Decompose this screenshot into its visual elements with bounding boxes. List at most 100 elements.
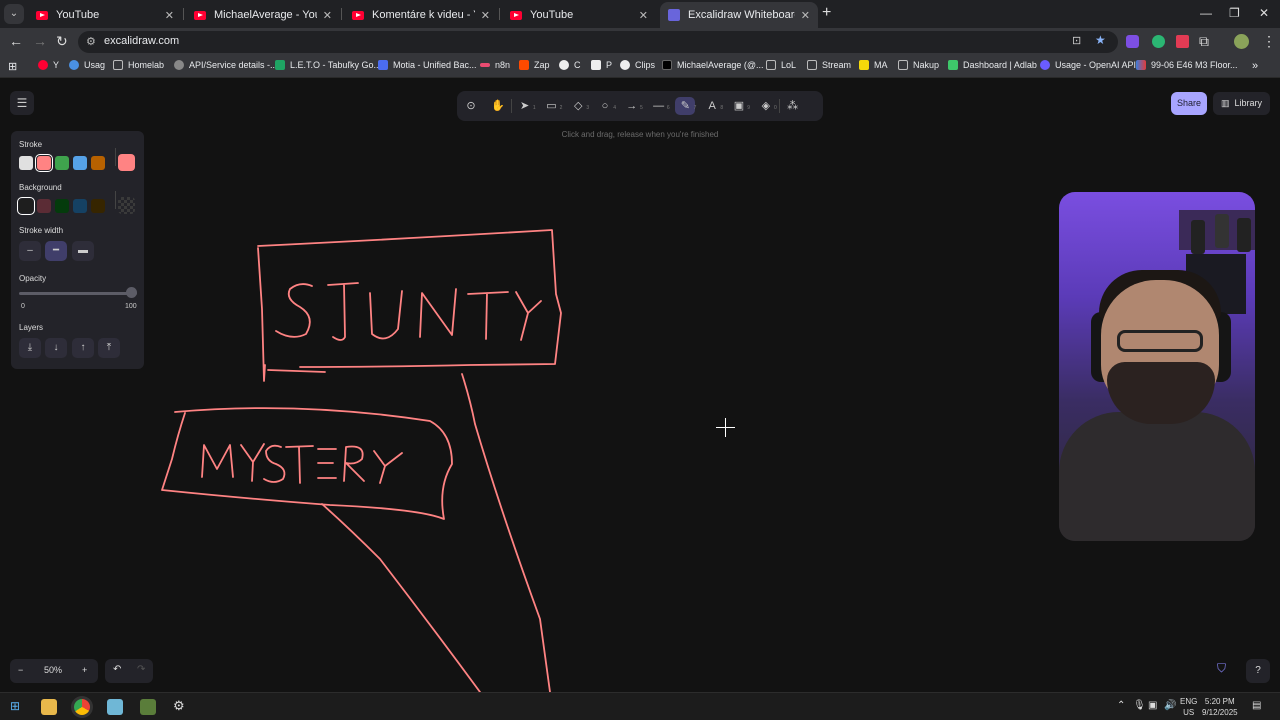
bookmark-item[interactable]: Clips: [620, 60, 655, 70]
minecraft-icon[interactable]: [140, 699, 156, 715]
forward-button[interactable]: →: [33, 33, 47, 49]
tab-search-button[interactable]: ⌄: [4, 4, 24, 24]
sheets-icon: [275, 60, 285, 70]
stroke-path: [467, 291, 509, 340]
bookmark-label: Usag: [84, 60, 106, 70]
bookmark-item[interactable]: MA: [859, 60, 888, 70]
close-icon[interactable]: ✕: [481, 9, 490, 22]
shield-check-icon[interactable]: ⛉: [1217, 661, 1226, 676]
person-glasses: [1117, 330, 1203, 352]
bookmark-label: L.E.T.O - Tabuľky Go...: [290, 60, 381, 70]
tray-overflow-icon[interactable]: ⌃: [1117, 700, 1125, 711]
bookmark-star-icon[interactable]: ★: [1095, 33, 1106, 47]
stroke-path: [373, 450, 403, 484]
reload-button[interactable]: ↻: [56, 33, 68, 50]
tab-divider: [183, 8, 184, 20]
tab-title: Excalidraw Whiteboard: [688, 9, 795, 21]
stroke-path: [275, 283, 313, 338]
apps-grid-icon[interactable]: ⊞: [8, 60, 17, 73]
input-language[interactable]: ENG US: [1180, 696, 1197, 718]
bookmark-item[interactable]: LoL: [766, 60, 796, 70]
bookmark-item[interactable]: MichaelAverage (@...: [662, 60, 764, 70]
windows-taskbar: ⊞ ⚙ ⌃ 🎙 ▣ 🔊 ENG US 5:20 PM 9/12/2025 ▤: [0, 692, 1280, 720]
bookmark-item[interactable]: 99-06 E46 M3 Floor...: [1136, 60, 1238, 70]
excalidraw-icon: [668, 9, 680, 21]
bookmark-item[interactable]: Homelab: [113, 60, 164, 70]
restore-button[interactable]: ❐: [1229, 6, 1240, 20]
notifications-icon[interactable]: ▤: [1252, 700, 1261, 711]
bookmark-item[interactable]: L.E.T.O - Tabuľky Go...: [275, 60, 381, 70]
ma-icon: [859, 60, 869, 70]
zoom-level[interactable]: 50%: [44, 665, 62, 675]
more-bookmarks-icon[interactable]: »: [1252, 60, 1258, 72]
youtube-icon: [194, 10, 206, 20]
window-close-button[interactable]: ✕: [1259, 6, 1269, 20]
close-icon[interactable]: ✕: [165, 9, 174, 22]
address-bar[interactable]: ⚙ excalidraw.com ⊡ ★: [78, 31, 1118, 53]
stroke-path: [240, 443, 265, 482]
close-icon[interactable]: ✕: [639, 9, 648, 22]
person-shirt: [1059, 412, 1255, 541]
bookmark-item[interactable]: Usage - OpenAI API: [1040, 60, 1136, 70]
youtube-icon: [510, 10, 522, 20]
stroke-path: [317, 448, 337, 479]
bookmark-item[interactable]: Motia - Unified Bac...: [378, 60, 477, 70]
system-clock[interactable]: 5:20 PM 9/12/2025: [1202, 696, 1238, 718]
zoom-in-button[interactable]: +: [82, 665, 87, 675]
bookmark-label: Motia - Unified Bac...: [393, 60, 477, 70]
help-button[interactable]: ?: [1246, 659, 1270, 683]
shelf-bottle: [1237, 218, 1251, 252]
bookmark-label: MA: [874, 60, 888, 70]
extension-icon[interactable]: [1176, 35, 1189, 48]
tab-excalidraw[interactable]: Excalidraw Whiteboard ✕: [660, 2, 818, 28]
extension-icon[interactable]: [1152, 35, 1165, 48]
browser-toolbar: ← → ↻ ⚙ excalidraw.com ⊡ ★ ⧉ ⋮: [0, 28, 1280, 56]
bookmark-item[interactable]: Zap: [519, 60, 550, 70]
app-icon[interactable]: [107, 699, 123, 715]
clips-icon: [620, 60, 630, 70]
tab-michaelaverage[interactable]: MichaelAverage - YouTube ✕: [186, 2, 340, 28]
new-tab-button[interactable]: +: [822, 4, 831, 22]
redo-button[interactable]: ↷: [137, 664, 145, 675]
bookmark-label: Nakup: [913, 60, 940, 70]
bookmark-item[interactable]: Stream: [807, 60, 851, 70]
browser-menu-icon[interactable]: ⋮: [1262, 33, 1276, 50]
zoom-out-button[interactable]: −: [18, 665, 23, 675]
back-button[interactable]: ←: [9, 33, 23, 49]
file-explorer-icon[interactable]: [41, 699, 57, 715]
folder-icon: [766, 60, 776, 70]
bookmark-item[interactable]: Usag: [69, 60, 105, 70]
bookmark-item[interactable]: P: [591, 60, 612, 70]
chrome-icon[interactable]: [74, 699, 90, 715]
excalidraw-canvas[interactable]: ☰ ⊙ ✋ ➤ 1 ▭ 2 ◇ 3 ○ 4 → 5—6 ✎ 7 A 8 ▣ 9 ◈ 0 ⁂ Click and drag…: [0, 79, 1280, 692]
youtube-icon: [38, 60, 48, 70]
microphone-icon[interactable]: 🎙: [1133, 700, 1146, 711]
stroke-path: [327, 282, 359, 341]
bookmark-item[interactable]: n8n: [480, 60, 510, 70]
bookmark-item[interactable]: Dashboard | Adlab: [948, 60, 1037, 70]
lang-code: ENG: [1180, 697, 1198, 706]
bookmark-label: Dashboard | Adlab: [963, 60, 1037, 70]
extensions-puzzle-icon[interactable]: ⧉: [1199, 33, 1209, 50]
close-icon[interactable]: ✕: [323, 9, 332, 22]
tab-youtube-2[interactable]: YouTube ✕: [502, 2, 656, 28]
app-gear-icon[interactable]: ⚙: [173, 698, 185, 714]
site-info-icon[interactable]: ⚙: [86, 35, 96, 48]
minimize-button[interactable]: —: [1200, 6, 1212, 20]
tab-youtube-1[interactable]: YouTube ✕: [28, 2, 182, 28]
volume-icon[interactable]: 🔊: [1164, 700, 1176, 711]
network-icon[interactable]: ▣: [1148, 700, 1157, 711]
bookmark-item[interactable]: API/Service details -...: [174, 60, 278, 70]
profile-avatar[interactable]: [1234, 34, 1249, 49]
bookmark-item[interactable]: C: [559, 60, 581, 70]
close-icon[interactable]: ✕: [801, 9, 810, 22]
tab-title: Komentáre k videu - YouTube S: [372, 9, 475, 21]
tab-komentare[interactable]: Komentáre k videu - YouTube S ✕: [344, 2, 498, 28]
undo-button[interactable]: ↶: [113, 664, 121, 675]
extension-icon[interactable]: [1126, 35, 1139, 48]
stroke-path: [369, 290, 403, 340]
bookmark-item[interactable]: Nakup: [898, 60, 939, 70]
install-app-icon[interactable]: ⊡: [1072, 34, 1081, 47]
windows-start-icon[interactable]: ⊞: [10, 699, 20, 713]
bookmark-item[interactable]: Y: [38, 60, 59, 70]
